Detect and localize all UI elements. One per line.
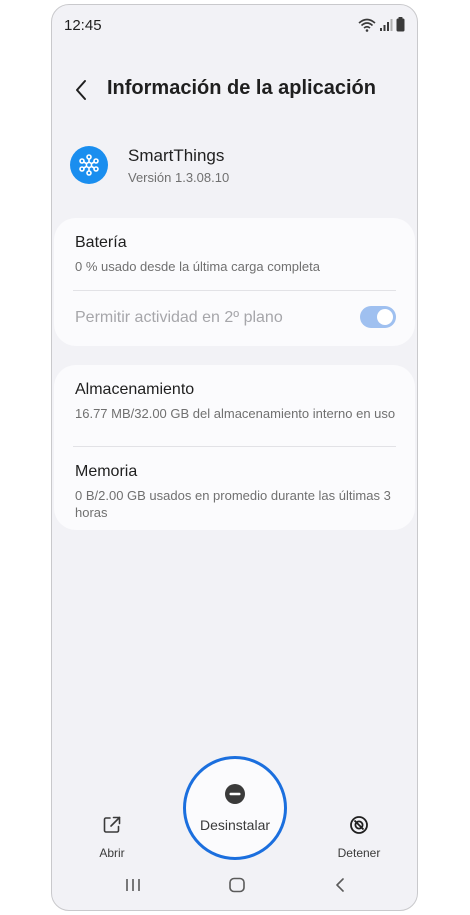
battery-card: Batería 0 % usado desde la última carga … — [54, 218, 415, 346]
memory-item[interactable]: Memoria 0 B/2.00 GB usados en promedio d… — [75, 463, 396, 521]
stop-label: Detener — [337, 846, 381, 860]
open-label: Abrir — [99, 846, 125, 860]
recents-icon[interactable] — [124, 877, 142, 898]
home-icon[interactable] — [228, 877, 246, 898]
divider — [73, 290, 396, 291]
status-icons — [358, 17, 405, 32]
divider — [73, 446, 396, 447]
status-bar: 12:45 — [52, 5, 417, 45]
background-activity-row[interactable]: Permitir actividad en 2º plano — [75, 304, 396, 334]
app-bar: Información de la aplicación — [52, 65, 417, 115]
app-name: SmartThings — [128, 146, 225, 165]
toggle-knob — [377, 309, 393, 325]
open-external-icon — [102, 815, 122, 840]
minus-circle-icon — [224, 783, 246, 810]
open-button[interactable]: Abrir — [72, 815, 152, 860]
phone-screen: 12:45 Información de la aplicación Smart… — [51, 4, 418, 911]
battery-icon — [396, 17, 405, 32]
navigation-bar — [52, 871, 417, 905]
memory-subtitle: 0 B/2.00 GB usados en promedio durante l… — [75, 488, 391, 520]
storage-item[interactable]: Almacenamiento 16.77 MB/32.00 GB del alm… — [75, 381, 396, 422]
signal-icon — [379, 18, 393, 32]
app-version: Versión 1.3.08.10 — [128, 170, 230, 185]
force-stop-icon — [349, 815, 369, 840]
storage-card: Almacenamiento 16.77 MB/32.00 GB del alm… — [54, 365, 415, 530]
status-time: 12:45 — [64, 17, 102, 34]
smartthings-logo-icon — [70, 146, 108, 184]
chevron-left-icon[interactable] — [70, 75, 94, 105]
battery-subtitle: 0 % usado desde la última carga completa — [75, 259, 320, 274]
uninstall-label: Desinstalar — [199, 817, 271, 833]
storage-title: Almacenamiento — [75, 381, 195, 398]
wifi-icon — [358, 18, 376, 32]
memory-title: Memoria — [75, 463, 138, 480]
back-icon[interactable] — [333, 877, 347, 898]
background-activity-label: Permitir actividad en 2º plano — [75, 309, 283, 326]
uninstall-button[interactable]: Desinstalar — [183, 756, 287, 860]
battery-item[interactable]: Batería 0 % usado desde la última carga … — [75, 234, 396, 275]
battery-title: Batería — [75, 234, 127, 251]
page-title: Información de la aplicación — [107, 77, 376, 99]
app-info: SmartThings Versión 1.3.08.10 — [52, 140, 417, 195]
stop-button[interactable]: Detener — [319, 815, 399, 860]
background-activity-toggle[interactable] — [360, 306, 396, 328]
storage-subtitle: 16.77 MB/32.00 GB del almacenamiento int… — [75, 406, 396, 421]
